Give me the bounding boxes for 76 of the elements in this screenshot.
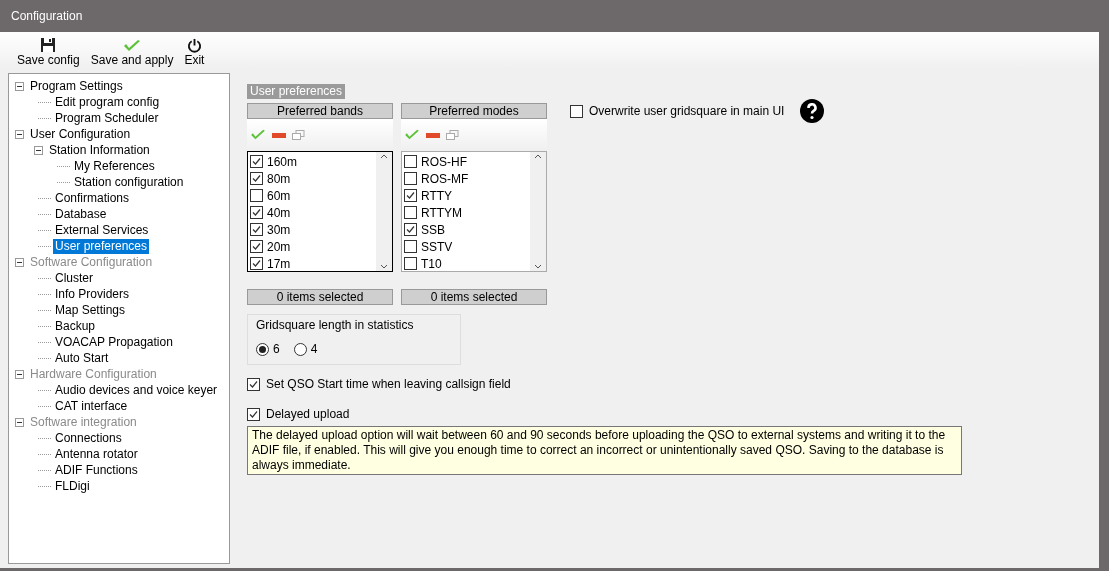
scroll-up-icon[interactable]: [380, 154, 388, 159]
checkbox[interactable]: [250, 223, 263, 236]
list-item-label: 40m: [267, 204, 291, 222]
checkbox[interactable]: [404, 240, 417, 253]
selection-count: 0 items selected: [401, 289, 547, 305]
list-item-label: ROS-HF: [421, 153, 467, 171]
list-item-label: ROS-MF: [421, 170, 469, 188]
checkbox[interactable]: [250, 240, 263, 253]
list-header: Preferred bands: [247, 103, 393, 119]
list-item-label: 30m: [267, 221, 291, 239]
checkbox[interactable]: [250, 189, 263, 202]
checkbox[interactable]: [570, 104, 583, 118]
group-title: Gridsquare length in statistics: [256, 317, 415, 334]
tree-item[interactable]: Station Information: [47, 142, 152, 158]
checkbox[interactable]: [250, 172, 263, 185]
info-note: The delayed upload option will wait between 60 and 90 seconds before uploading the QSO to external systems and writing it to the ADIF file, if enabled. This will give you enough time to correct an incorrect or unintentionally saved QSO. Saving to the database is always immediate.: [247, 426, 962, 475]
checkbox[interactable]: [404, 257, 417, 270]
checkbox-label: Delayed upload: [266, 406, 350, 423]
list-item-label: SSTV: [421, 238, 453, 256]
tree-item[interactable]: Program Settings: [28, 78, 125, 94]
checkbox[interactable]: [404, 172, 417, 185]
checkbox[interactable]: [404, 206, 417, 219]
scrollbar[interactable]: [376, 152, 392, 271]
checkbox[interactable]: [404, 155, 417, 168]
tree-item[interactable]: My References: [72, 158, 157, 174]
radio-label: 4: [310, 341, 318, 358]
list-item-label: T10: [421, 255, 442, 273]
collapse-icon[interactable]: [34, 145, 43, 155]
tree-item[interactable]: Station configuration: [72, 174, 186, 190]
toolbar-button[interactable]: Exit: [184, 38, 205, 67]
check-all-icon[interactable]: [250, 129, 266, 141]
checkbox[interactable]: [250, 155, 263, 168]
power-icon: [186, 38, 202, 53]
checkbox[interactable]: [404, 189, 417, 202]
checkbox[interactable]: [247, 407, 260, 421]
scroll-up-icon[interactable]: [534, 154, 542, 159]
help-icon[interactable]: [800, 99, 825, 123]
uncheck-all-icon[interactable]: [426, 132, 440, 138]
tree-item[interactable]: External Services: [53, 222, 151, 238]
list-item-label: 17m: [267, 255, 291, 273]
collapse-icon[interactable]: [15, 81, 24, 91]
list-item-label: SSB: [421, 221, 445, 239]
tree-item[interactable]: Program Scheduler: [53, 110, 161, 126]
list-item-label: 20m: [267, 238, 291, 256]
scrollbar[interactable]: [530, 152, 546, 271]
toolbar-button[interactable]: Save and apply: [90, 39, 174, 67]
window-title: Configuration: [10, 8, 84, 25]
checkmark-icon: [123, 39, 142, 53]
collapse-icon[interactable]: [15, 129, 24, 139]
checkbox[interactable]: [247, 377, 260, 391]
list-item-label: 80m: [267, 170, 291, 188]
list-item-label: 60m: [267, 187, 291, 205]
tree-item[interactable]: Edit program config: [53, 94, 162, 110]
scroll-down-icon[interactable]: [534, 264, 542, 269]
checkbox[interactable]: [404, 223, 417, 236]
toolbar-button[interactable]: Save config: [17, 37, 80, 67]
checkbox-label: Overwrite user gridsquare in main UI: [589, 103, 785, 120]
radio-button[interactable]: [256, 342, 269, 356]
checkbox[interactable]: [250, 257, 263, 270]
tree-item[interactable]: Database: [53, 206, 109, 222]
checkbox-label: Set QSO Start time when leaving callsign field: [266, 376, 511, 393]
section-title: User preferences: [247, 84, 346, 99]
scroll-down-icon[interactable]: [380, 264, 388, 269]
list-item-label: 160m: [267, 153, 298, 171]
list-item-label: RTTY: [421, 187, 453, 205]
tree-item[interactable]: User preferences: [53, 238, 150, 254]
radio-label: 6: [273, 341, 280, 358]
list-header: Preferred modes: [401, 103, 547, 119]
checkbox[interactable]: [250, 206, 263, 219]
check-all-icon[interactable]: [404, 129, 420, 141]
list-item-label: RTTYM: [421, 204, 463, 222]
tree-item[interactable]: User Configuration: [28, 126, 133, 142]
selection-count: 0 items selected: [247, 289, 393, 305]
uncheck-all-icon[interactable]: [272, 132, 286, 138]
radio-button[interactable]: [293, 342, 307, 356]
tree-item[interactable]: Confirmations: [53, 190, 132, 206]
